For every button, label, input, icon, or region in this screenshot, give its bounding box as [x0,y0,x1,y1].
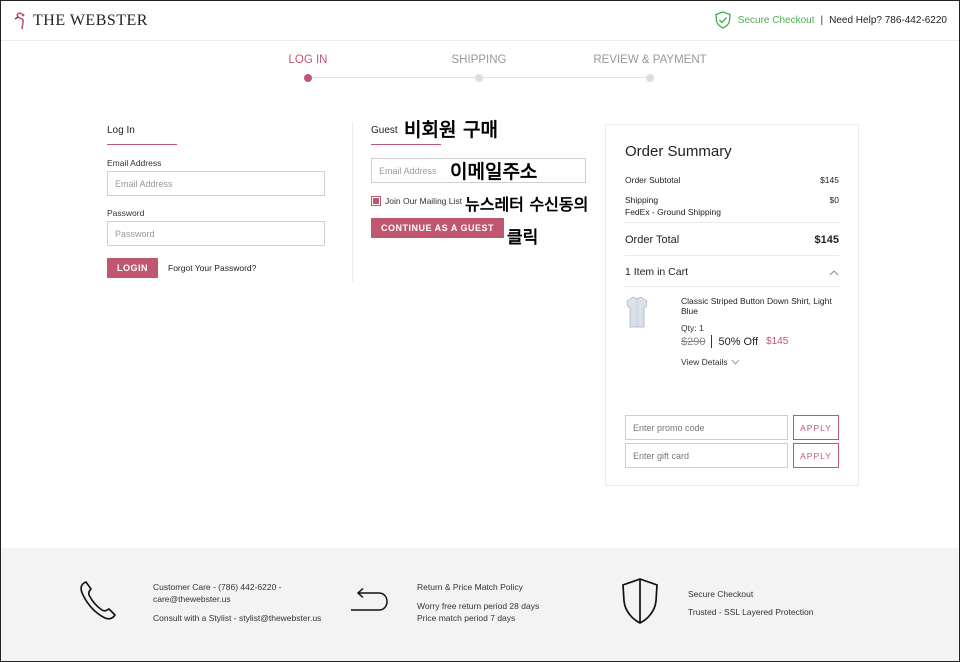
stylist-contact[interactable]: Consult with a Stylist - stylist@thewebs… [153,612,321,624]
promo-code-input[interactable] [625,415,788,440]
mailing-list-checkbox[interactable] [371,196,381,206]
summary-divider [625,222,839,223]
mailing-list-label[interactable]: Join Our Mailing List [385,196,462,206]
price-match-period: Price match period 7 days [417,613,516,623]
checkout-steps: LOG IN SHIPPING REVIEW & PAYMENT [0,54,960,84]
forgot-password-link[interactable]: Forgot Your Password? [168,263,256,273]
header: THE WEBSTER Secure Checkout | Need Help?… [1,1,959,41]
shield-icon [622,578,658,624]
step-dot-log-in [304,73,312,82]
gift-card-input[interactable] [625,443,788,468]
column-divider [352,122,353,282]
step-shipping: SHIPPING [451,54,507,66]
discount-label: 50% Off [718,335,759,348]
logo[interactable]: THE WEBSTER [13,11,148,31]
guest-title-underline [371,144,441,145]
header-separator: | [820,14,824,26]
step-dot-review [646,73,654,82]
annotation-guest-purchase: 비회원 구매 [404,119,499,141]
flamingo-logo-icon [14,12,25,30]
total-value: $145 [814,234,839,246]
subtotal-label: Order Subtotal [625,175,681,185]
email-label: Email Address [107,158,162,168]
annotation-click: 클릭 [507,228,539,248]
customer-care-line1: Customer Care - (786) 442-6220 - [153,582,282,592]
annotation-email: 이메일주소 [450,161,538,183]
subtotal-value: $145 [820,175,839,185]
total-label: Order Total [625,234,680,246]
login-email-input[interactable] [107,171,325,196]
ssl-protection: Trusted - SSL Layered Protection [688,607,814,617]
annotation-newsletter: 뉴스레터 수신동의 [465,195,589,214]
brand-name: THE WEBSTER [33,12,148,29]
footer: Customer Care - (786) 442-6220 - care@th… [1,548,959,661]
sale-price: $145 [766,336,789,347]
total-row: Order Total $145 [625,234,839,246]
cart-divider [625,286,839,287]
secure-checkout-title: Secure Checkout [688,589,754,599]
return-period: Worry free return period 28 days [417,601,540,611]
login-password-input[interactable] [107,221,325,246]
view-details-toggle[interactable]: View Details [681,357,740,367]
cart-toggle[interactable]: 1 Item in Cart [625,266,839,278]
login-section: Log In Email Address Password LOGIN Forg… [107,125,327,278]
password-label: Password [107,208,145,218]
login-button[interactable]: LOGIN [107,258,158,278]
header-right: Secure Checkout | Need Help? 786-442-622… [714,11,947,29]
apply-promo-button[interactable]: APPLY [793,415,839,440]
customer-care-line2[interactable]: care@thewebster.us [153,593,231,605]
login-actions: LOGIN Forgot Your Password? [107,258,327,278]
chevron-down-icon [731,359,739,365]
return-arrow-icon [351,588,388,611]
shipping-method-row: FedEx - Ground Shipping [625,207,839,217]
shipping-row: Shipping $0 [625,195,839,205]
shipping-label: Shipping [625,195,659,205]
help-phone[interactable]: Need Help? 786-442-6220 [829,15,947,26]
product-name[interactable]: Classic Striped Button Down Shirt, Light… [681,296,841,316]
step-review-payment: REVIEW & PAYMENT [593,54,707,66]
shipping-method: FedEx - Ground Shipping [625,207,721,217]
product-price: $290 50% Off $145 [681,335,788,348]
phone-icon [80,581,116,620]
secure-checkout-link[interactable]: Secure Checkout [738,15,815,26]
step-log-in[interactable]: LOG IN [289,54,328,66]
order-summary: Order Summary Order Subtotal $145 Shippi… [605,124,859,486]
price-separator [711,335,713,348]
step-dot-shipping [475,73,483,82]
product-qty: Qty: 1 [681,323,704,333]
login-title: Log In [107,125,135,136]
order-summary-title: Order Summary [625,143,732,160]
subtotal-row: Order Subtotal $145 [625,175,839,185]
view-details-label[interactable]: View Details [681,357,728,367]
old-price: $290 [681,335,706,348]
return-policy-title[interactable]: Return & Price Match Policy [417,581,523,593]
cart-count: 1 Item in Cart [625,266,689,278]
shield-check-icon [715,11,731,29]
shipping-value: $0 [829,195,839,205]
login-title-underline [107,144,177,145]
chevron-up-icon[interactable] [829,269,839,277]
continue-as-guest-button[interactable]: CONTINUE AS A GUEST [371,218,505,238]
apply-gift-card-button[interactable]: APPLY [793,443,839,468]
product-thumbnail[interactable] [625,295,649,329]
summary-divider-2 [625,255,839,256]
